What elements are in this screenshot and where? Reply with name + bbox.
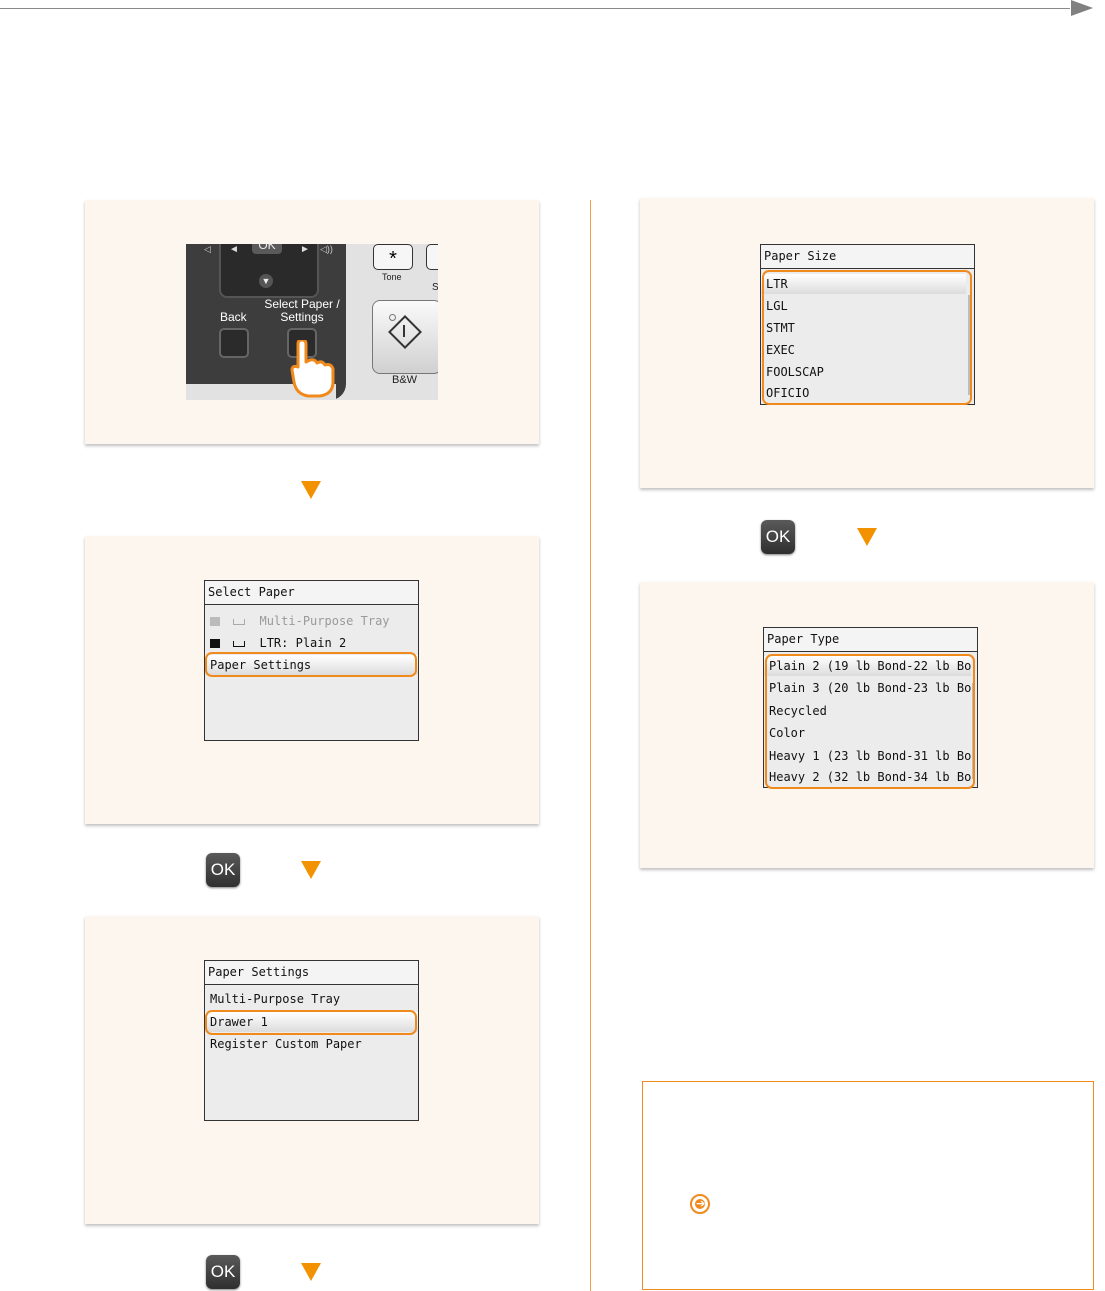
right-arrow-icon: ► xyxy=(300,244,310,255)
down-arrow-icon xyxy=(301,1263,321,1281)
link-arrow-icon[interactable]: ➔ xyxy=(690,1194,710,1214)
column-divider xyxy=(590,200,591,1291)
highlight-paper-type-list xyxy=(765,654,975,789)
select-paper-label-line2: Settings xyxy=(280,310,324,324)
screen-title: Paper Settings xyxy=(205,961,418,985)
highlight-drawer-1 xyxy=(205,1010,417,1035)
left-arrow-icon: ◄ xyxy=(229,244,239,255)
tray-icon xyxy=(210,617,220,626)
next-page-arrow-icon xyxy=(1071,0,1093,16)
header-rule xyxy=(0,8,1070,9)
status-led xyxy=(389,314,396,321)
tone-key[interactable]: * xyxy=(373,244,413,270)
menu-item-drawer-ltr[interactable]: LTR: Plain 2 xyxy=(205,633,418,653)
down-arrow-icon xyxy=(301,481,321,499)
select-paper-label: Select Paper / Settings xyxy=(262,298,342,324)
down-arrow-icon xyxy=(857,528,877,546)
partial-label: S xyxy=(432,282,438,293)
ok-key-label: OK xyxy=(252,244,282,254)
start-icon-bar xyxy=(403,325,405,337)
menu-item-label: Multi-Purpose Tray xyxy=(259,614,390,628)
note-box xyxy=(642,1081,1094,1290)
paper-settings-screen: Paper Settings Multi-Purpose Tray Drawer… xyxy=(204,960,419,1121)
down-arrow-icon xyxy=(301,861,321,879)
back-label: Back xyxy=(220,310,247,324)
menu-item-multi-purpose-tray[interactable]: Multi-Purpose Tray xyxy=(205,989,418,1009)
volume-up-icon: ◁)) xyxy=(320,244,333,254)
tone-label: Tone xyxy=(382,272,402,282)
highlight-paper-settings xyxy=(205,652,417,677)
control-panel-photo: OK ◄ ► ◁ ◁)) ▼ Back Select Paper / Setti… xyxy=(186,244,438,400)
adjacent-key[interactable] xyxy=(426,244,438,270)
screen-title: Paper Type xyxy=(764,628,977,652)
menu-item-register-custom-paper[interactable]: Register Custom Paper xyxy=(205,1034,418,1054)
hand-pointer-icon xyxy=(290,340,335,398)
highlight-paper-size-list xyxy=(762,270,972,405)
ok-key-icon: OK xyxy=(761,520,795,554)
drawer-icon xyxy=(210,639,220,648)
bw-label: B&W xyxy=(392,374,418,386)
ok-key-icon: OK xyxy=(206,853,240,887)
ok-key-icon: OK xyxy=(206,1255,240,1289)
back-button[interactable] xyxy=(219,328,249,358)
paper-icon xyxy=(233,618,246,625)
menu-item-label: LTR: Plain 2 xyxy=(259,636,347,650)
down-arrow-key-icon: ▼ xyxy=(259,274,273,288)
paper-icon xyxy=(233,640,246,647)
menu-item-multi-purpose-tray[interactable]: Multi-Purpose Tray xyxy=(205,611,418,631)
screen-title: Paper Size xyxy=(761,245,974,269)
screen-title: Select Paper xyxy=(205,581,418,605)
volume-down-icon: ◁ xyxy=(204,244,211,254)
